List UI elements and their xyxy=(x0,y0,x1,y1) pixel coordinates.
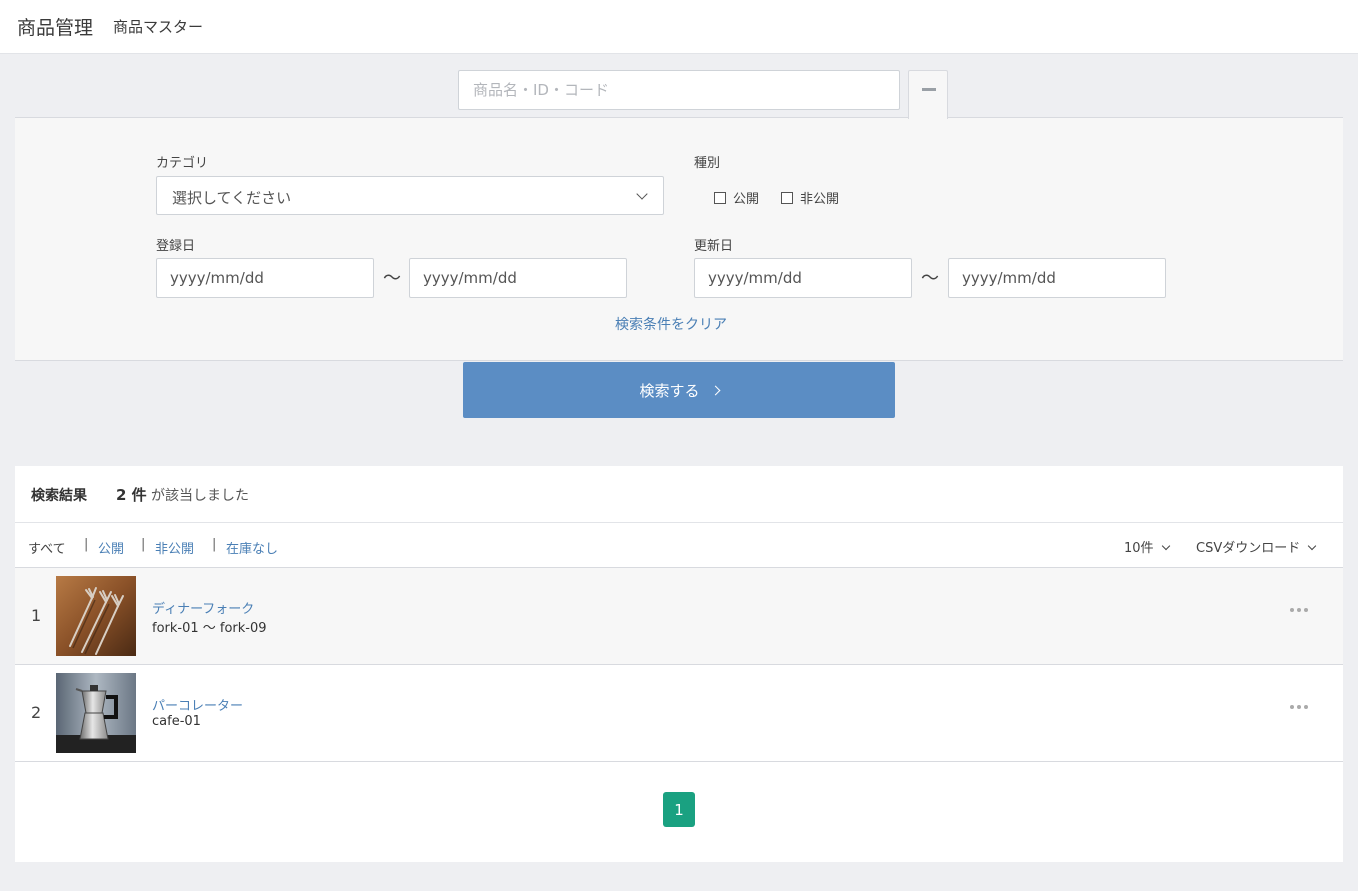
page-subtitle: 商品マスター xyxy=(113,18,204,36)
product-code: fork-01 〜 fork-09 xyxy=(152,621,267,636)
product-name-link[interactable]: パーコレーター xyxy=(152,695,243,714)
results-panel: 検索結果 2 件 が該当しました すべて | 公開 | 非公開 | 在庫なし 1… xyxy=(15,466,1343,862)
status-filter-bar: すべて | 公開 | 非公開 | 在庫なし 10件 CSVダウンロード xyxy=(15,523,1343,568)
category-label: カテゴリ xyxy=(156,156,209,171)
chevron-down-icon xyxy=(1307,541,1317,551)
type-private-label: 非公開 xyxy=(800,192,840,207)
tab-separator: | xyxy=(84,537,89,552)
table-row[interactable]: 1 ディナーフォーク fork-01 〜 fork-09 xyxy=(15,568,1343,665)
results-header: 検索結果 2 件 が該当しました xyxy=(15,466,1343,523)
type-public-checkbox[interactable]: 公開 xyxy=(714,188,759,207)
tab-separator: | xyxy=(212,537,217,552)
search-button[interactable]: 検索する xyxy=(463,362,895,418)
page-title: 商品管理 xyxy=(17,17,94,39)
table-row[interactable]: 2 パーコレーター cafe-01 xyxy=(15,665,1343,762)
per-page-dropdown[interactable]: 10件 xyxy=(1124,537,1170,556)
product-name-link[interactable]: ディナーフォーク xyxy=(152,598,254,617)
updated-date-label: 更新日 xyxy=(694,239,734,254)
tab-out-of-stock[interactable]: 在庫なし xyxy=(226,538,278,557)
row-index: 2 xyxy=(31,703,42,722)
updated-from-input[interactable] xyxy=(694,258,912,298)
results-count-suffix: が該当しました xyxy=(151,488,249,504)
tab-private[interactable]: 非公開 xyxy=(155,538,194,557)
filter-panel: カテゴリ 選択してください 種別 公開 非公開 登録日 〜 更新日 〜 検索条件… xyxy=(15,117,1343,361)
search-input[interactable] xyxy=(458,70,900,110)
csv-download-dropdown[interactable]: CSVダウンロード xyxy=(1196,537,1317,556)
percolator-photo-image xyxy=(56,673,136,753)
chevron-down-icon xyxy=(636,188,648,200)
product-code: cafe-01 xyxy=(152,714,201,729)
category-select-value: 選択してください xyxy=(172,189,292,207)
tab-public[interactable]: 公開 xyxy=(98,538,124,557)
updated-to-input[interactable] xyxy=(948,258,1166,298)
type-label: 種別 xyxy=(694,156,721,171)
tab-all[interactable]: すべて xyxy=(28,538,66,557)
tab-separator: | xyxy=(141,537,146,552)
checkbox-icon[interactable] xyxy=(714,191,726,204)
per-page-value: 10件 xyxy=(1124,541,1154,556)
top-bar: 商品管理 商品マスター xyxy=(0,0,1358,54)
clear-conditions-link[interactable]: 検索条件をクリア xyxy=(615,314,727,334)
forks-photo-image xyxy=(56,576,136,656)
csv-download-label: CSVダウンロード xyxy=(1196,541,1301,556)
chevron-down-icon xyxy=(1161,541,1170,551)
results-count: 2 件 xyxy=(116,486,147,504)
type-public-label: 公開 xyxy=(733,192,760,207)
registered-to-input[interactable] xyxy=(409,258,627,298)
range-separator: 〜 xyxy=(921,268,939,289)
registered-date-label: 登録日 xyxy=(156,239,196,254)
checkbox-icon[interactable] xyxy=(781,191,793,204)
category-select[interactable]: 選択してください xyxy=(156,176,664,215)
more-options-icon[interactable] xyxy=(1290,705,1308,709)
range-separator: 〜 xyxy=(383,268,401,289)
row-index: 1 xyxy=(31,606,42,625)
type-private-checkbox[interactable]: 非公開 xyxy=(781,188,839,207)
chevron-right-icon xyxy=(710,385,720,395)
product-thumbnail[interactable] xyxy=(56,673,136,753)
more-options-icon[interactable] xyxy=(1290,608,1308,612)
pagination-page-1[interactable]: 1 xyxy=(663,792,695,827)
registered-from-input[interactable] xyxy=(156,258,374,298)
results-title: 検索結果 xyxy=(31,488,87,504)
product-thumbnail[interactable] xyxy=(56,576,136,656)
minus-icon xyxy=(922,88,936,91)
filter-collapse-toggle[interactable] xyxy=(908,70,948,119)
search-button-label: 検索する xyxy=(639,381,700,400)
